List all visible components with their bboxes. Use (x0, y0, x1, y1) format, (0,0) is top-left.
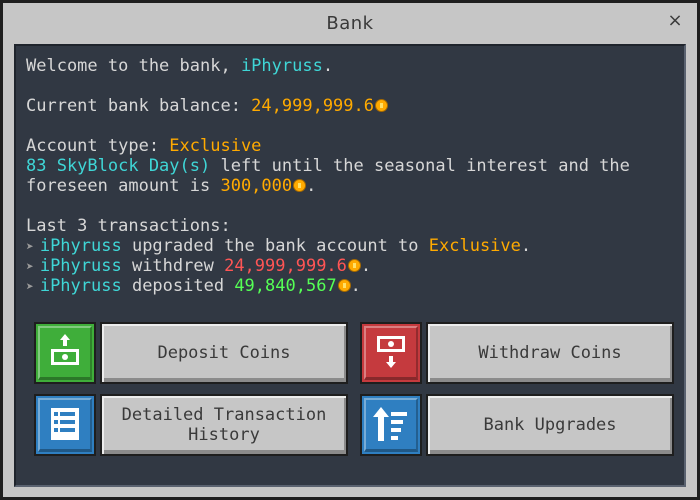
arrow-right-icon: ➤ (26, 240, 34, 255)
close-icon[interactable]: × (665, 11, 685, 31)
bank-window: Bank × Welcome to the bank, iPhyruss. Cu… (0, 0, 700, 500)
coin-icon (337, 279, 351, 292)
bank-upgrades-button[interactable]: Bank Upgrades (426, 394, 674, 456)
bank-info-panel: Welcome to the bank, iPhyruss. Current b… (14, 44, 686, 487)
window-title: Bank (326, 12, 374, 34)
welcome-line: Welcome to the bank, iPhyruss. (26, 56, 334, 76)
transaction-item: ➤ iPhyruss deposited 49,840,567. (26, 276, 361, 296)
upgrade-icon (373, 407, 407, 441)
transaction-history-button[interactable]: Detailed Transaction History (100, 394, 348, 456)
coin-icon (375, 99, 388, 112)
account-type-line: Account type: Exclusive (26, 136, 262, 156)
arrow-right-icon: ➤ (26, 260, 34, 275)
player-name: iPhyruss (240, 56, 323, 76)
withdraw-icon-button[interactable] (360, 322, 422, 384)
upgrades-icon-button[interactable] (360, 394, 422, 456)
bank-info-text: Welcome to the bank, iPhyruss. Current b… (26, 56, 630, 296)
balance-value: 24,999,999.6 (251, 96, 374, 116)
history-icon-button[interactable] (34, 394, 96, 456)
interest-line-1: 83 SkyBlock Day(s) left until the season… (26, 156, 630, 176)
balance-line: Current bank balance: 24,999,999.6 (26, 96, 630, 116)
interest-line-2: foreseen amount is 300,000. (26, 176, 317, 196)
transaction-item: ➤ iPhyruss upgraded the bank account to E… (26, 236, 532, 256)
deposit-coins-button[interactable]: Deposit Coins (100, 322, 348, 384)
days-remaining: 83 SkyBlock Day(s) (26, 156, 211, 176)
withdraw-coins-button[interactable]: Withdraw Coins (426, 322, 674, 384)
coin-icon (293, 179, 307, 192)
list-icon (51, 408, 79, 440)
deposit-icon (51, 334, 79, 365)
title-bar: Bank (3, 3, 697, 43)
transactions-header: Last 3 transactions: (26, 216, 231, 236)
withdraw-icon (377, 336, 405, 368)
transaction-item: ➤ iPhyruss withdrew 24,999,999.6. (26, 256, 372, 276)
deposit-icon-button[interactable] (34, 322, 96, 384)
account-type-value: Exclusive (169, 136, 262, 156)
interest-amount: 300,000 (220, 176, 293, 196)
arrow-right-icon: ➤ (26, 280, 34, 295)
coin-icon (347, 259, 361, 272)
